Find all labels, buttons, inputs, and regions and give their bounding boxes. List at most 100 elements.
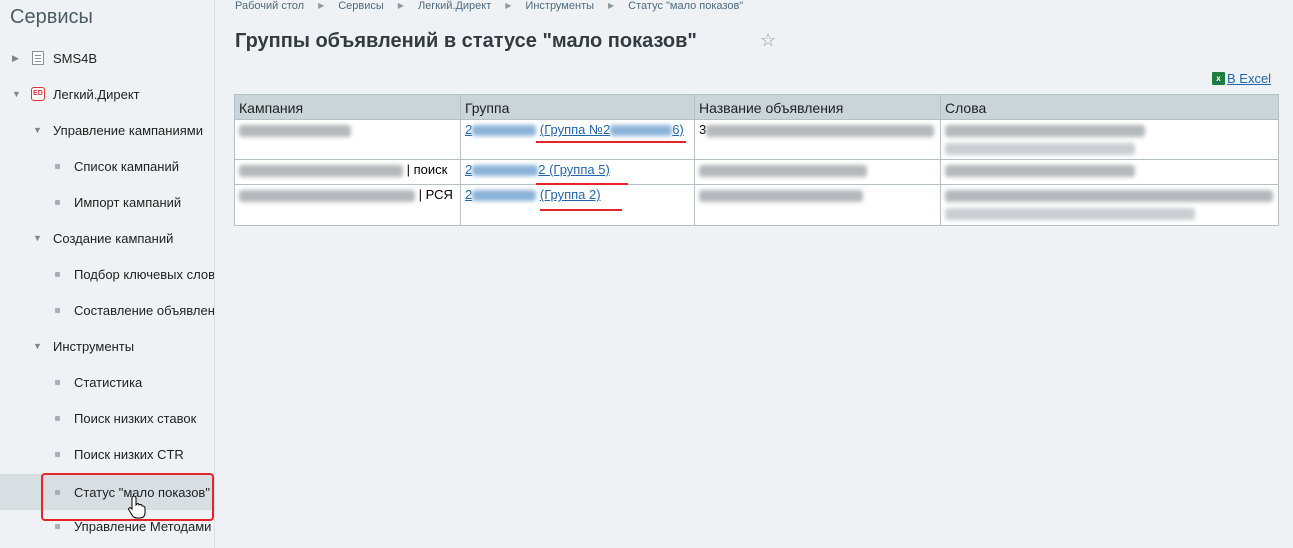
sidebar-item-ad-composition[interactable]: Составление объявлени bbox=[0, 292, 215, 328]
ad-name-cell bbox=[694, 159, 941, 185]
redacted-text bbox=[945, 143, 1135, 155]
annotation-underline bbox=[540, 209, 622, 211]
table-row: | РСЯ 2 (Группа 2) bbox=[234, 184, 1279, 226]
page-title: Группы объявлений в статусе "мало показо… bbox=[235, 30, 697, 52]
sidebar-item-campaign-management[interactable]: ▼ Управление кампаниями bbox=[0, 112, 214, 148]
column-header-ad-name: Название объявления bbox=[694, 94, 941, 120]
bullet-icon bbox=[55, 271, 60, 277]
chevron-right-icon: ▶ bbox=[505, 1, 512, 10]
sidebar-item-label: Подбор ключевых слов bbox=[74, 266, 215, 282]
sidebar-item-label: Поиск низких CTR bbox=[74, 446, 184, 462]
excel-icon: x bbox=[1212, 72, 1225, 85]
column-header-keywords: Слова bbox=[940, 94, 1279, 120]
redacted-text bbox=[239, 124, 351, 137]
bullet-icon bbox=[55, 523, 60, 529]
table-header-row: Кампания Группа Название объявления Слов… bbox=[234, 94, 1279, 120]
annotation-underline bbox=[536, 183, 628, 185]
sidebar-item-tools[interactable]: ▼ Инструменты bbox=[0, 328, 214, 364]
bullet-icon bbox=[55, 379, 60, 385]
sidebar-item-label: Создание кампаний bbox=[53, 230, 174, 246]
group-cell: 22 (Группа 5) bbox=[460, 159, 695, 185]
table-row: | поиск 22 (Группа 5) bbox=[234, 159, 1279, 185]
group-cell: 2 (Группа 2) bbox=[460, 184, 695, 226]
sidebar-item-keyword-selection[interactable]: Подбор ключевых слов bbox=[0, 256, 215, 292]
bullet-icon bbox=[55, 415, 60, 421]
breadcrumb-desktop[interactable]: Рабочий стол bbox=[235, 0, 304, 12]
breadcrumb: Рабочий стол ▶ Сервисы ▶ Легкий.Директ ▶… bbox=[235, 0, 743, 12]
ad-name-cell: 3 bbox=[694, 119, 941, 160]
group-link[interactable]: (Группа №2 6) bbox=[540, 122, 684, 137]
sidebar-item-label: Статистика bbox=[74, 374, 143, 390]
redacted-text bbox=[699, 189, 863, 202]
redacted-text bbox=[945, 189, 1273, 202]
breadcrumb-legkiy-direkt[interactable]: Легкий.Директ bbox=[418, 0, 491, 12]
bullet-icon bbox=[55, 199, 60, 205]
keywords-cell bbox=[940, 119, 1279, 160]
chevron-down-icon[interactable]: ▼ bbox=[33, 341, 42, 351]
export-excel-label: В Excel bbox=[1227, 71, 1272, 86]
redacted-text bbox=[945, 208, 1195, 220]
group-link[interactable]: 22 (Группа 5) bbox=[465, 162, 610, 177]
campaign-type: | поиск bbox=[406, 162, 448, 177]
sidebar-item-legkiy-direkt[interactable]: ▼ ED Легкий.Директ bbox=[0, 76, 214, 112]
keywords-cell bbox=[940, 184, 1279, 226]
groups-table: Кампания Группа Название объявления Слов… bbox=[234, 94, 1279, 226]
hand-cursor-icon bbox=[128, 495, 146, 519]
sidebar-item-label: SMS4B bbox=[53, 50, 98, 66]
sidebar-item-sms4b[interactable]: ▶ SMS4B bbox=[0, 40, 214, 76]
campaign-cell bbox=[234, 119, 461, 160]
sidebar-title: Сервисы bbox=[10, 6, 93, 28]
chevron-right-icon: ▶ bbox=[397, 1, 404, 10]
sidebar-item-label: Управление кампаниями bbox=[53, 122, 203, 138]
annotation-underline bbox=[536, 141, 686, 143]
chevron-down-icon[interactable]: ▼ bbox=[12, 89, 21, 99]
sidebar: Сервисы ▶ SMS4B ▼ ED Легкий.Директ ▼ Упр… bbox=[0, 0, 215, 548]
campaign-cell: | поиск bbox=[234, 159, 461, 185]
ad-name-cell bbox=[694, 184, 941, 226]
group-link[interactable]: (Группа 2) bbox=[540, 187, 601, 202]
redacted-text bbox=[239, 189, 415, 202]
bullet-icon bbox=[55, 163, 60, 169]
sidebar-item-campaign-import[interactable]: Импорт кампаний bbox=[0, 184, 214, 220]
campaign-type: | РСЯ bbox=[418, 187, 453, 202]
sidebar-item-low-ctr[interactable]: Поиск низких CTR bbox=[0, 436, 214, 472]
redacted-text bbox=[699, 164, 867, 177]
campaign-cell: | РСЯ bbox=[234, 184, 461, 226]
redacted-text bbox=[945, 124, 1145, 137]
column-header-group: Группа bbox=[460, 94, 695, 120]
sidebar-item-campaign-creation[interactable]: ▼ Создание кампаний bbox=[0, 220, 214, 256]
group-id-prefix[interactable]: 2 bbox=[465, 122, 537, 137]
sidebar-item-low-bids[interactable]: Поиск низких ставок bbox=[0, 400, 214, 436]
redacted-text bbox=[945, 164, 1135, 177]
sidebar-item-statistics[interactable]: Статистика bbox=[0, 364, 214, 400]
breadcrumb-tools[interactable]: Инструменты bbox=[525, 0, 594, 12]
chevron-down-icon[interactable]: ▼ bbox=[33, 125, 42, 135]
legkiy-direkt-logo-icon: ED bbox=[31, 87, 45, 101]
column-header-campaign: Кампания bbox=[234, 94, 461, 120]
chevron-down-icon[interactable]: ▼ bbox=[33, 233, 42, 243]
star-icon[interactable]: ☆ bbox=[760, 30, 776, 51]
export-excel-link[interactable]: x В Excel bbox=[1212, 71, 1271, 86]
chevron-right-icon: ▶ bbox=[608, 1, 615, 10]
redacted-text bbox=[706, 124, 935, 137]
breadcrumb-current[interactable]: Статус "мало показов" bbox=[628, 0, 743, 12]
breadcrumb-services[interactable]: Сервисы bbox=[338, 0, 384, 12]
redacted-text bbox=[239, 164, 403, 177]
sidebar-item-label: Легкий.Директ bbox=[53, 86, 140, 102]
bullet-icon bbox=[55, 307, 60, 313]
bullet-icon bbox=[55, 451, 60, 457]
chevron-right-icon: ▶ bbox=[318, 1, 325, 10]
ad-name-prefix: 3 bbox=[699, 122, 707, 137]
table-row: 2 (Группа №2 6) 3 bbox=[234, 119, 1279, 160]
sidebar-item-label: Поиск низких ставок bbox=[74, 410, 197, 426]
sidebar-item-label: Инструменты bbox=[53, 338, 135, 354]
sidebar-item-label: Составление объявлени bbox=[74, 302, 215, 318]
sidebar-item-label: Список кампаний bbox=[74, 158, 179, 174]
sidebar-item-label: Импорт кампаний bbox=[74, 194, 182, 210]
group-id-prefix[interactable]: 2 bbox=[465, 187, 537, 202]
document-icon bbox=[32, 51, 44, 65]
chevron-right-icon[interactable]: ▶ bbox=[12, 53, 19, 64]
group-cell: 2 (Группа №2 6) bbox=[460, 119, 695, 160]
sidebar-item-campaign-list[interactable]: Список кампаний bbox=[0, 148, 214, 184]
keywords-cell bbox=[940, 159, 1279, 185]
